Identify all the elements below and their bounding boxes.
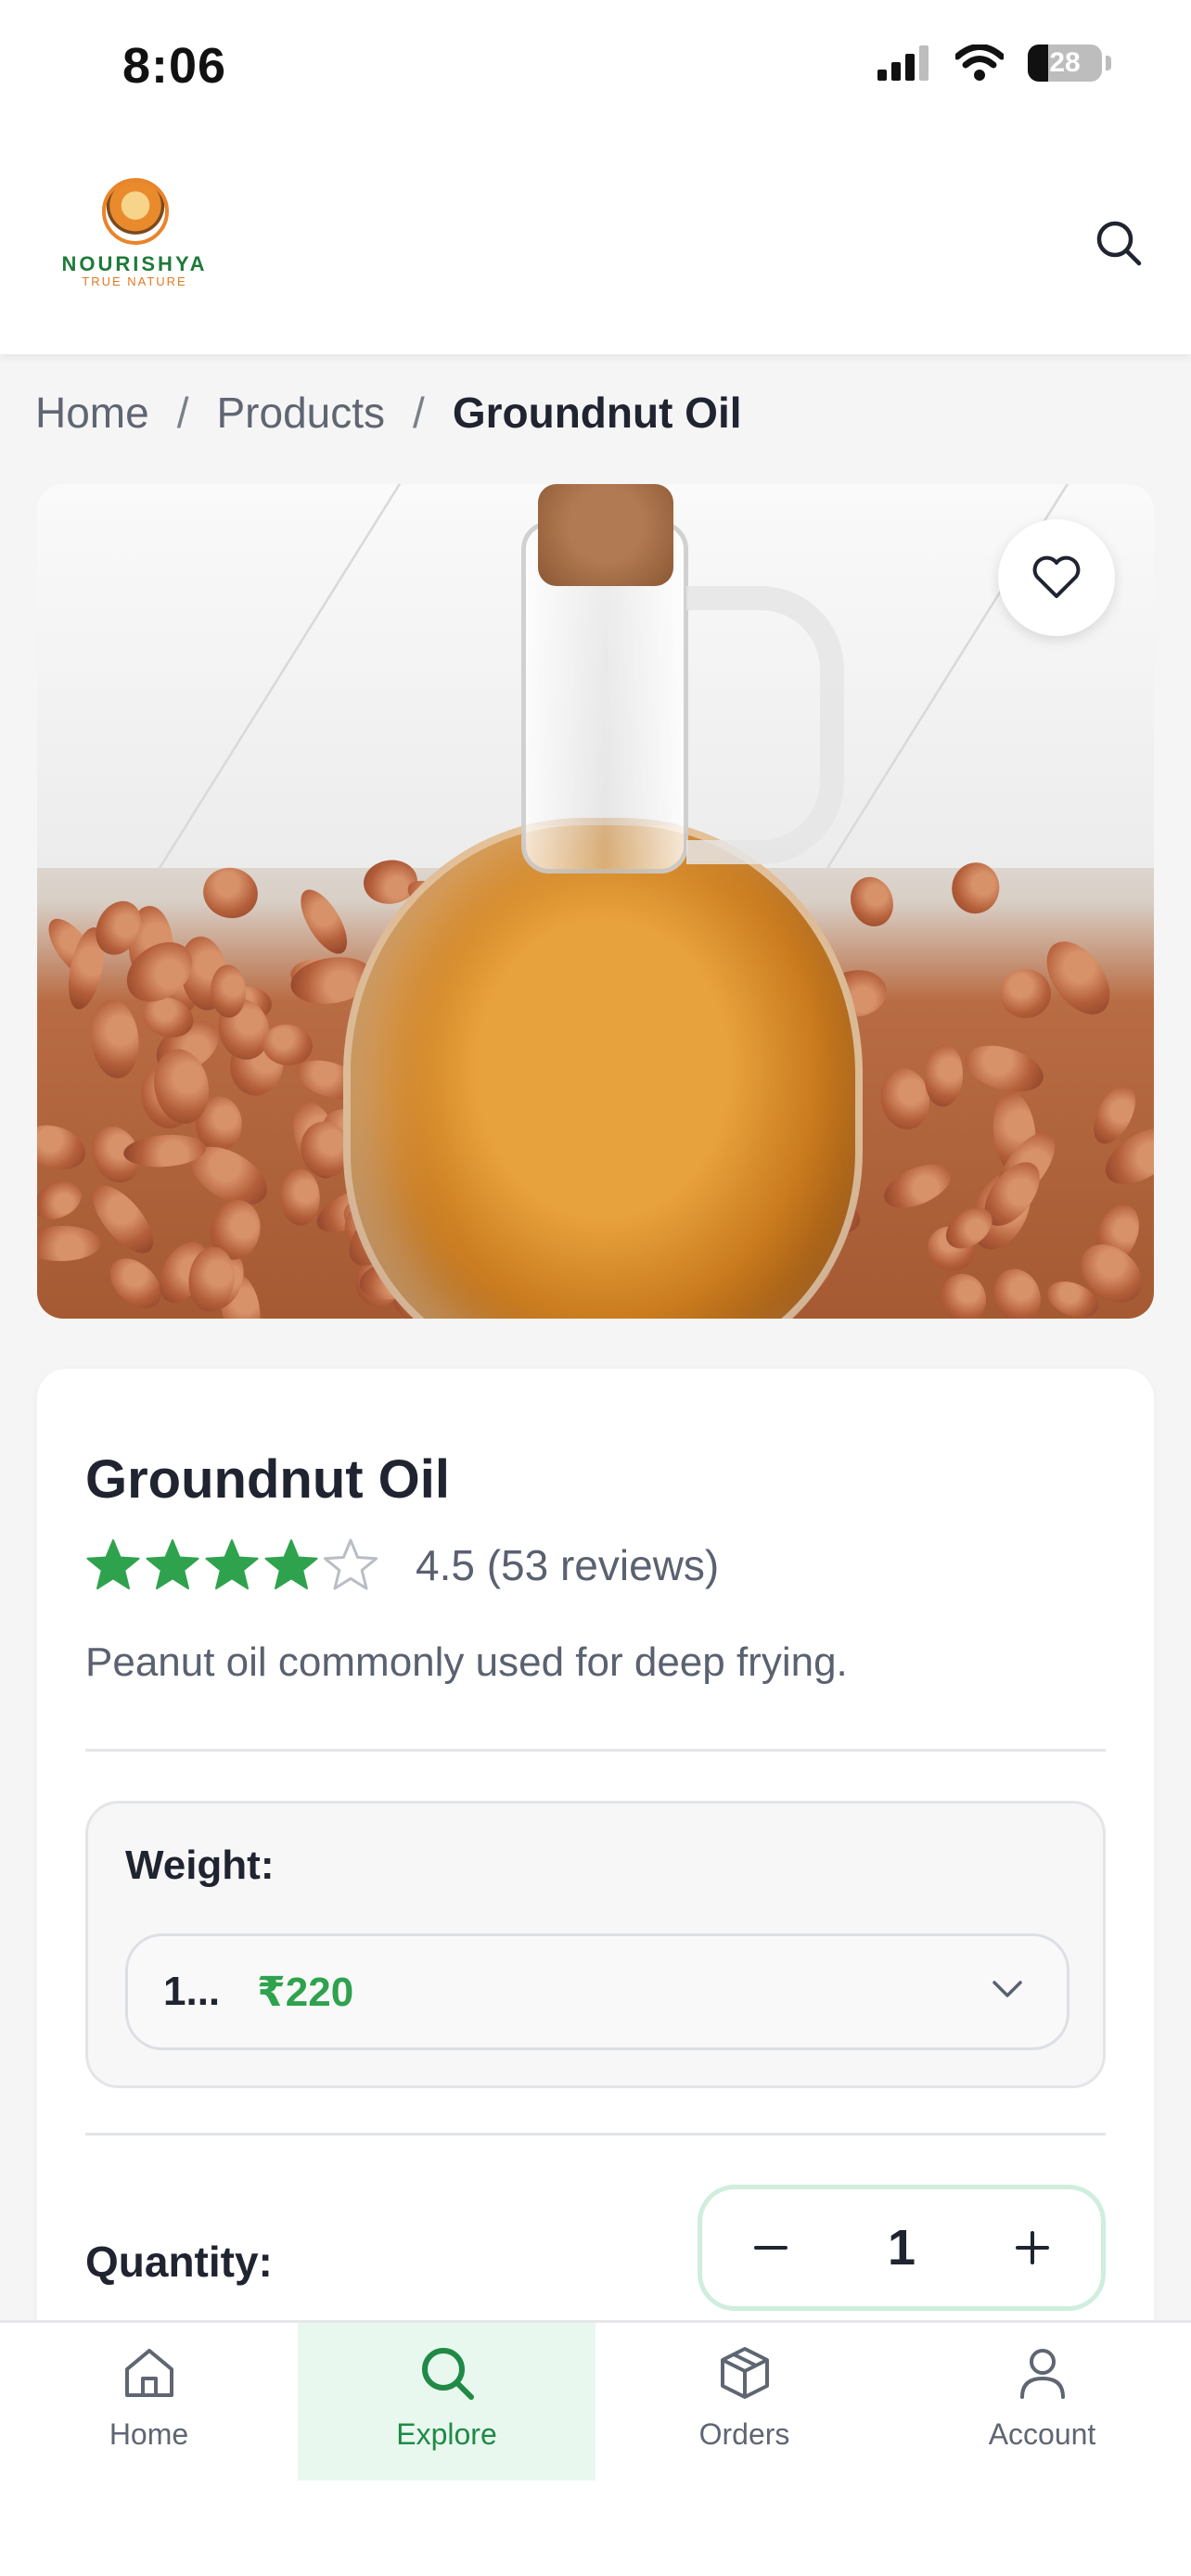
home-icon (124, 2349, 173, 2397)
peanut-graphic (198, 861, 264, 925)
peanut-graphic (37, 1225, 101, 1262)
peanut-graphic (210, 964, 247, 1019)
star-empty-icon (324, 1538, 378, 1590)
minus-icon (754, 2246, 788, 2250)
quantity-value: 1 (887, 2220, 916, 2276)
status-icons: 28 (877, 45, 1111, 82)
image-bottle-handle (686, 586, 844, 864)
quantity-label: Quantity: (85, 2238, 273, 2286)
star-filled-icon (146, 1539, 199, 1589)
star-filled-icon (205, 1539, 259, 1589)
divider (85, 2133, 1106, 2136)
battery-icon: 28 (1028, 45, 1102, 82)
battery-percent: 28 (1049, 47, 1081, 78)
weight-section: Weight: 1... ₹220 (85, 1801, 1106, 2088)
peanut-graphic (948, 860, 1003, 917)
nav-item-orders[interactable]: Orders (596, 2323, 893, 2480)
chevron-down-icon (992, 1981, 1022, 1997)
rating-row: 4.5 (53 reviews) (85, 1537, 719, 1593)
nav-item-account[interactable]: Account (893, 2323, 1191, 2480)
product-title: Groundnut Oil (85, 1449, 451, 1510)
box-icon (720, 2347, 769, 2399)
star-filled-icon (86, 1539, 140, 1589)
search-icon (421, 2348, 474, 2400)
image-bottle-body (343, 818, 863, 1319)
peanut-graphic (37, 1117, 93, 1179)
status-time: 8:06 (122, 38, 227, 94)
brand-tagline: TRUE NATURE (82, 274, 187, 288)
star-rating (85, 1537, 378, 1593)
nav-label-home: Home (109, 2417, 189, 2451)
weight-select[interactable]: 1... ₹220 (125, 1933, 1069, 2050)
battery-fill (1028, 45, 1049, 82)
peanut-graphic (86, 997, 143, 1081)
weight-label: Weight: (125, 1843, 275, 1888)
increase-quantity-button[interactable] (1005, 2220, 1060, 2276)
peanut-graphic (290, 882, 356, 962)
bottom-navigation: Home Explore Orders Account (0, 2320, 1191, 2576)
brand-name: NOURISHYA (61, 252, 208, 275)
plus-icon (1015, 2231, 1049, 2264)
weight-value: 1... (163, 1969, 221, 2014)
heart-icon (1032, 555, 1081, 598)
weight-price: ₹220 (257, 1969, 354, 2015)
breadcrumb: Home / Products / Groundnut Oil (35, 388, 742, 438)
search-button[interactable] (1085, 210, 1152, 276)
peanut-graphic (37, 1174, 88, 1227)
wifi-icon (955, 45, 1004, 81)
image-bottle-cork (538, 484, 673, 586)
nav-item-explore[interactable]: Explore (298, 2323, 596, 2480)
quantity-stepper: 1 (698, 2185, 1106, 2311)
nav-item-home[interactable]: Home (0, 2323, 298, 2480)
divider (85, 1749, 1106, 1752)
brand-logo[interactable]: NOURISHYA TRUE NATURE (48, 178, 221, 288)
peanut-graphic (997, 967, 1053, 1020)
nav-label-explore: Explore (396, 2417, 497, 2451)
battery-tip (1106, 56, 1111, 70)
peanut-graphic (1033, 929, 1122, 1026)
breadcrumb-home[interactable]: Home (35, 388, 149, 438)
star-filled-icon (264, 1539, 318, 1589)
nav-label-orders: Orders (698, 2417, 790, 2451)
status-bar: 8:06 28 (0, 0, 1191, 139)
rating-text[interactable]: 4.5 (53 reviews) (416, 1540, 719, 1590)
breadcrumb-separator: / (413, 389, 425, 437)
signal-icon (877, 45, 928, 81)
product-image (37, 484, 1154, 1319)
app-header: NOURISHYA TRUE NATURE (0, 139, 1191, 354)
peanut-graphic (959, 1037, 1049, 1100)
user-icon (1019, 2349, 1065, 2399)
breadcrumb-products[interactable]: Products (217, 388, 386, 438)
search-icon (1096, 221, 1142, 266)
nav-label-account: Account (988, 2417, 1096, 2451)
peanut-graphic (280, 1167, 321, 1226)
breadcrumb-current: Groundnut Oil (452, 389, 742, 437)
peanut-graphic (985, 1262, 1048, 1319)
breadcrumb-separator: / (176, 389, 189, 437)
peanut-graphic (922, 1043, 965, 1107)
peanut-graphic (844, 871, 901, 933)
peanut-graphic (934, 1268, 992, 1319)
decrease-quantity-button[interactable] (743, 2220, 799, 2276)
product-description: Peanut oil commonly used for deep frying… (85, 1639, 848, 1685)
logo-emblem (102, 178, 169, 245)
favorite-button[interactable] (998, 519, 1115, 636)
peanut-graphic (877, 1155, 957, 1218)
